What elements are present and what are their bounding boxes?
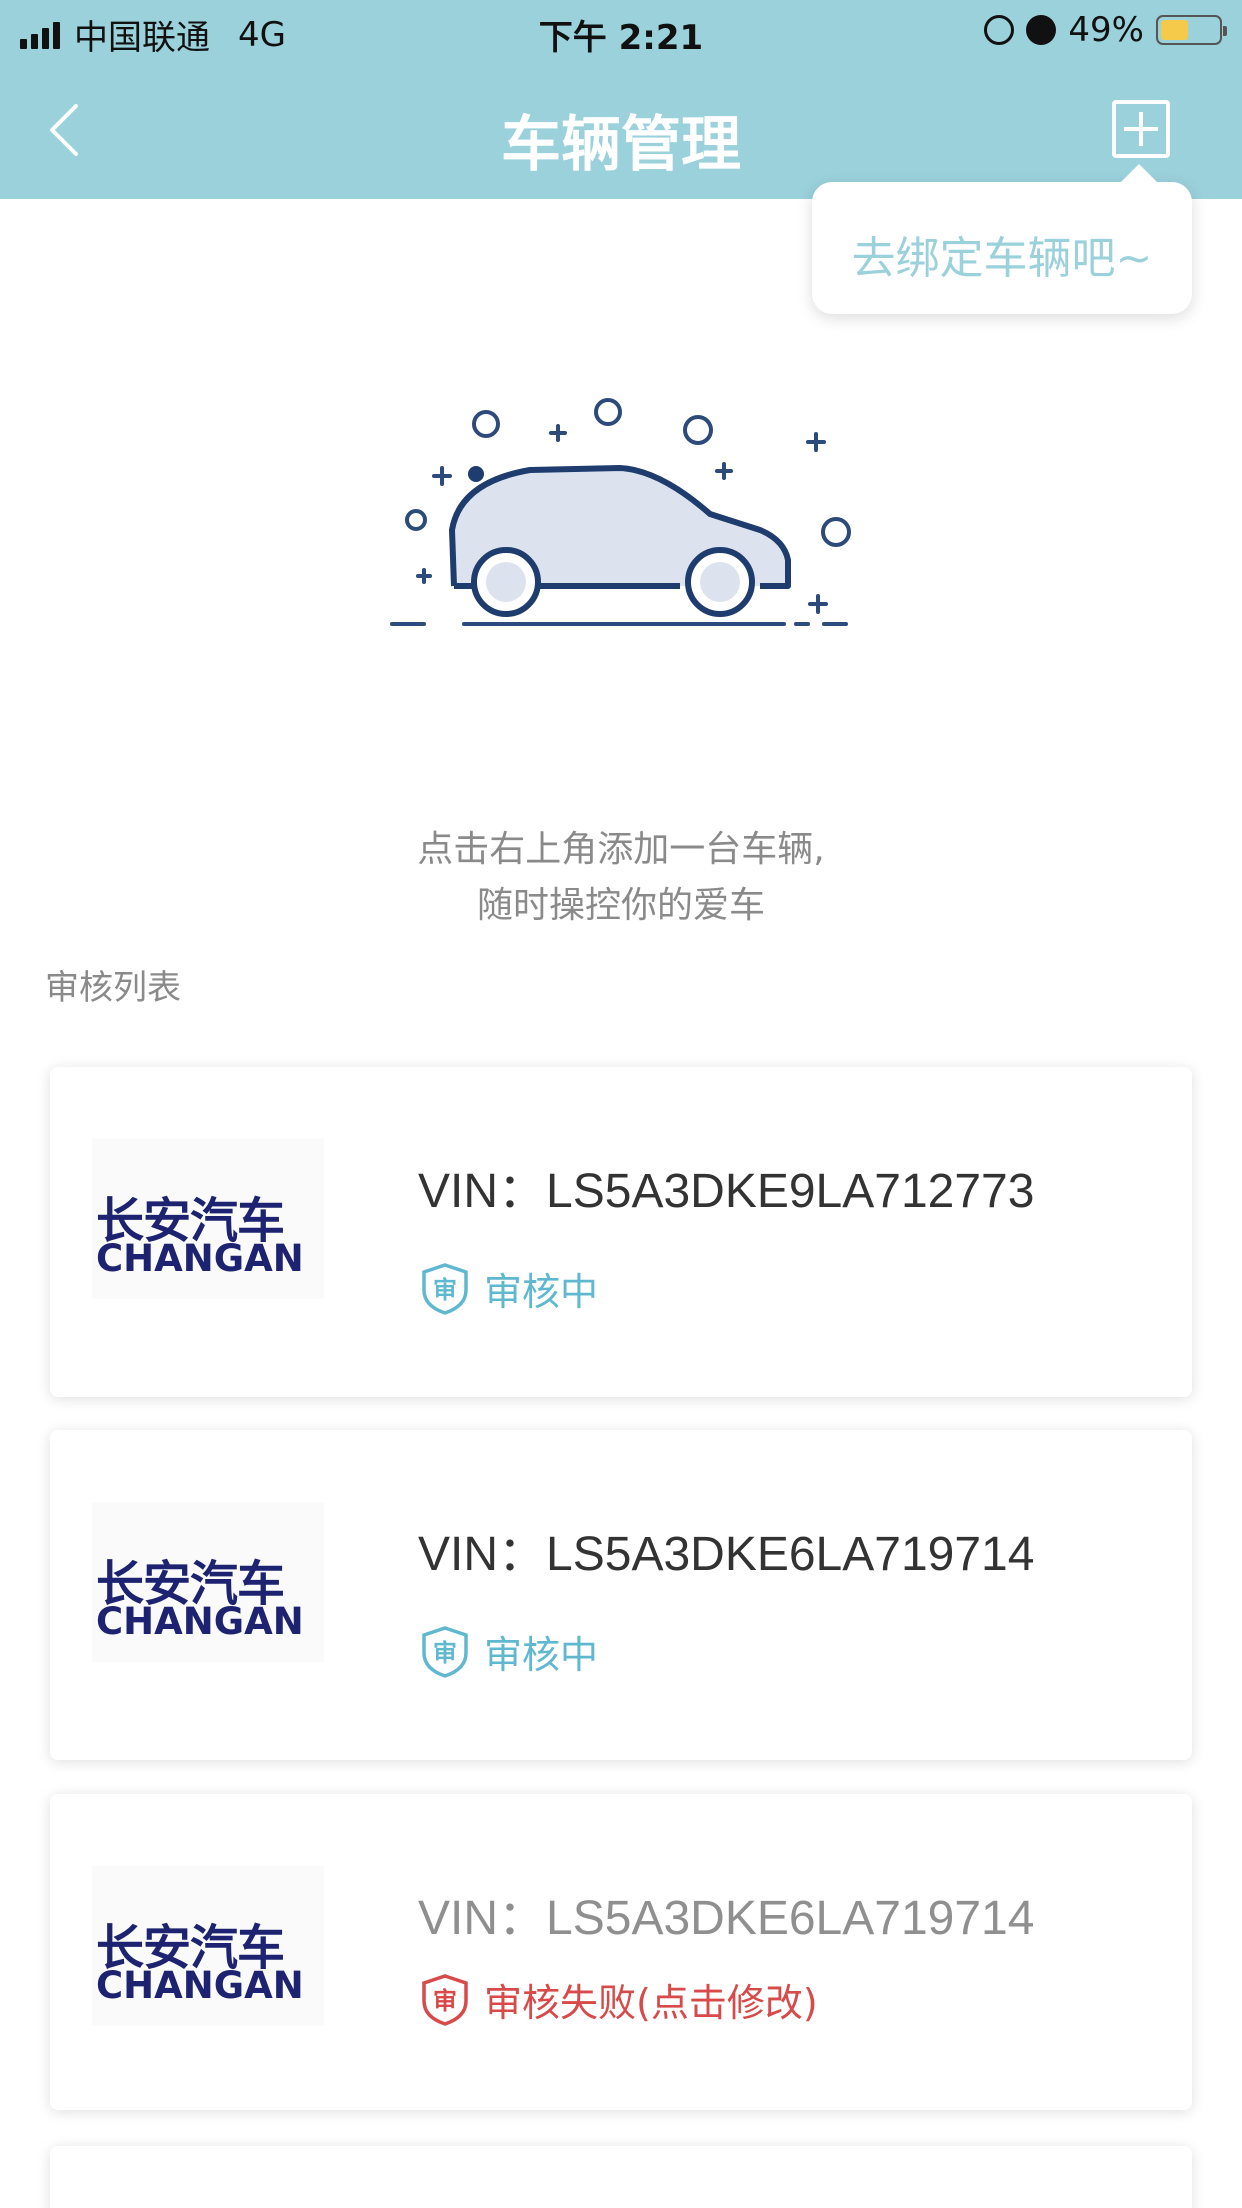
review-list-label: 审核列表 [45, 968, 181, 1008]
vin-label: VIN： [418, 1528, 547, 1581]
vin-text: VIN：LS5A3DKE6LA719714 [418, 1878, 1034, 1948]
changan-logo: 长安汽车 CHANGAN [92, 1866, 324, 2026]
car-illustration-icon [390, 398, 851, 626]
status-bar: 中国联通 4G 下午 2:21 49% [0, 0, 1242, 62]
battery-icon [1156, 15, 1227, 45]
page-title: 车辆管理 [501, 110, 741, 180]
alarm-icon [1026, 15, 1057, 45]
shield-char: 审 [433, 1639, 457, 1667]
vin-text: VIN：LS5A3DKE9LA712773 [418, 1151, 1034, 1221]
review-card[interactable]: 长安汽车 CHANGAN VIN：LS5A3DKE6LA719714 审 审核失… [50, 1794, 1192, 2110]
status-label: 审核失败(点击修改) [484, 1981, 818, 2025]
battery-percent: 49% [1068, 10, 1144, 50]
vin-label: VIN： [418, 1892, 547, 1945]
shield-char: 审 [433, 1987, 457, 2015]
shield-char: 审 [433, 1276, 457, 1304]
logo-en: CHANGAN [96, 1600, 304, 1643]
empty-hint-line2: 随时操控你的爱车 [476, 885, 765, 926]
shield-icon: 审 [422, 1262, 468, 1315]
empty-state-hint: 点击右上角添加一台车辆, 随时操控你的爱车 [0, 822, 1242, 934]
status-label: 审核中 [484, 1633, 599, 1677]
vin-label: VIN： [418, 1165, 547, 1218]
status-badge[interactable]: 审 审核失败(点击修改) [420, 1972, 818, 2027]
logo-en: CHANGAN [96, 1964, 304, 2007]
status-badge: 审 审核中 [420, 1624, 598, 1679]
plus-square-icon[interactable] [1112, 100, 1170, 158]
review-card[interactable] [50, 2146, 1192, 2208]
shield-icon: 审 [422, 1625, 468, 1678]
vin-text: VIN：LS5A3DKE6LA719714 [418, 1514, 1034, 1584]
status-badge: 审 审核中 [420, 1261, 598, 1316]
changan-logo: 长安汽车 CHANGAN [92, 1502, 324, 1662]
tooltip-text: 去绑定车辆吧~ [851, 233, 1153, 284]
shield-icon: 审 [422, 1973, 468, 2026]
status-label: 审核中 [484, 1270, 599, 1314]
empty-hint-line1: 点击右上角添加一台车辆, [417, 829, 825, 870]
review-card[interactable]: 长安汽车 CHANGAN VIN：LS5A3DKE9LA712773 审 审核中 [50, 1067, 1192, 1397]
orientation-lock-icon [984, 15, 1015, 45]
nav-bar: 车辆管理 [0, 62, 1242, 199]
vin-value: LS5A3DKE6LA719714 [546, 1528, 1035, 1581]
changan-logo: 长安汽车 CHANGAN [92, 1139, 324, 1299]
review-card[interactable]: 长安汽车 CHANGAN VIN：LS5A3DKE6LA719714 审 审核中 [50, 1430, 1192, 1760]
vin-value: LS5A3DKE6LA719714 [546, 1892, 1035, 1945]
status-right: 49% [984, 10, 1227, 50]
vin-value: LS5A3DKE9LA712773 [546, 1165, 1035, 1218]
bind-vehicle-tooltip[interactable]: 去绑定车辆吧~ [812, 164, 1192, 314]
logo-en: CHANGAN [96, 1237, 304, 1280]
